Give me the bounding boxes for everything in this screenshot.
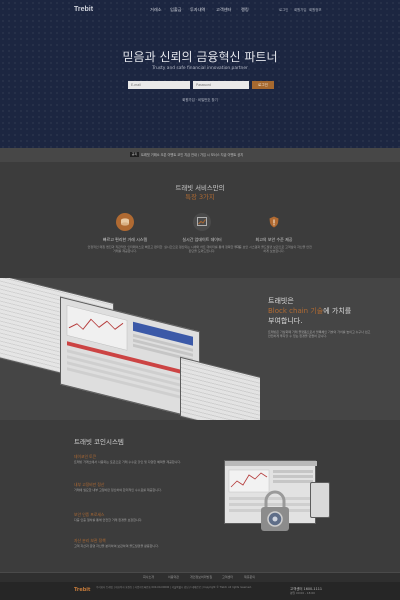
mobile-screen <box>310 482 330 518</box>
nav-item-ranking[interactable]: 랭킹 <box>241 7 249 13</box>
features-subtitle: 특장 3가지 <box>185 193 215 201</box>
footer-link-partnership[interactable]: 제휴문의 <box>244 575 255 579</box>
features-title: 트래빗 서비스만의 <box>175 184 225 192</box>
nav-item-exchange[interactable]: 거래소 <box>150 7 162 13</box>
chart-icon <box>193 213 211 231</box>
feature-desc-1: 안정적인 매칭 엔진과 직관적인 인터페이스로 빠르고 편리한 거래를 제공합니… <box>87 245 163 254</box>
footer-link-about[interactable]: 회사소개 <box>143 575 154 579</box>
login-button[interactable]: 로그인 <box>252 81 274 89</box>
footer-hours: 평일 09:00 - 18:00 <box>290 591 315 595</box>
hero-title: 믿음과 신뢰의 금융혁신 파트너 <box>122 50 278 64</box>
nav-item-deposit[interactable]: 입출금 <box>170 7 182 13</box>
footer-link-support[interactable]: 고객센터 <box>222 575 233 579</box>
login-link[interactable]: 로그인 <box>279 7 288 12</box>
blockchain-heading-line2: Block chain 기술에 가치를 <box>268 306 351 316</box>
hero-subtitle: Trusty and safe financial innovation par… <box>152 66 248 71</box>
blockchain-description: 트래빗은 가상화폐 거래 플랫폼으로서 블록체인 기술의 가치를 높이고 누구나… <box>268 330 371 339</box>
coin-item-desc-4: 고객 자산과 운영 자산을 분리하여 보관하며 콜드월렛을 활용합니다. <box>74 544 159 548</box>
signup-link[interactable]: 회원가입 <box>294 7 306 12</box>
coin-item-desc-1: 트래빗 거래소에서 사용되는 토큰으로 거래 수수료 할인 및 다양한 혜택을 … <box>74 460 182 464</box>
site-logo[interactable]: Trebit <box>74 6 93 13</box>
shield-icon <box>265 213 283 231</box>
notice-badge: 공지 <box>130 152 139 157</box>
platform-screenshots <box>0 278 260 420</box>
feature-desc-3: 다중 보안 시스템과 콜드월렛 보관으로 고객님의 자산을 안전하게 보호합니다… <box>236 245 312 254</box>
signup-find-links[interactable]: 회원가입 · 비밀번호 찾기 <box>0 97 400 102</box>
blockchain-heading-line3: 부여합니다. <box>268 317 303 325</box>
footer-link-terms[interactable]: 이용약관 <box>168 575 179 579</box>
member-info-link[interactable]: 회원정보 <box>309 7 321 12</box>
screenshot-list <box>180 356 260 420</box>
feature-title-3: 최고의 보안 수준 제공 <box>255 237 293 242</box>
security-illustration <box>224 460 334 540</box>
coin-item-desc-2: 거래에 필요한 내부 고정비만 정산하여 합리적인 수수료를 제공합니다. <box>74 488 162 492</box>
coin-system-section <box>0 420 400 572</box>
hero-section <box>0 0 400 148</box>
coin-icon <box>116 213 134 231</box>
footer-link-privacy[interactable]: 개인정보처리방침 <box>190 575 212 579</box>
email-field[interactable] <box>128 81 190 89</box>
blockchain-heading-line1: 트래빗은 <box>268 297 294 305</box>
coin-item-desc-3: 다중 인증 절차를 통해 안전한 거래 환경을 보장합니다. <box>74 518 143 522</box>
footer-logo: Trebit <box>74 587 91 593</box>
page: Trebit 거래소 입출금 투자내역 고객센터 랭킹 로그인 회원가입 회원정… <box>0 0 400 600</box>
feature-desc-2: 실시간으로 갱신되는 시세와 차트 데이터를 통해 정확한 투자 판단을 도와드… <box>164 245 240 254</box>
notice-text[interactable]: 트래빗 거래소 오픈 이벤트 코인 지급 안내 / 가입 시 보너스 지급 이벤… <box>141 152 243 157</box>
blockchain-accent: Block chain 기술 <box>268 307 324 315</box>
footer <box>0 582 400 600</box>
nav-item-history[interactable]: 투자내역 <box>190 7 205 13</box>
blockchain-heading-rest: 에 가치를 <box>323 307 352 315</box>
nav-item-support[interactable]: 고객센터 <box>216 7 231 13</box>
coin-system-title: 트래빗 코인시스템 <box>74 438 124 446</box>
screenshot-trading <box>60 296 200 420</box>
padlock-icon <box>254 490 296 534</box>
password-field[interactable] <box>193 81 249 89</box>
footer-company-info: 주식회사 트래빗 | 대표이사 홍길동 | 사업자등록번호 000-00-000… <box>96 586 252 589</box>
